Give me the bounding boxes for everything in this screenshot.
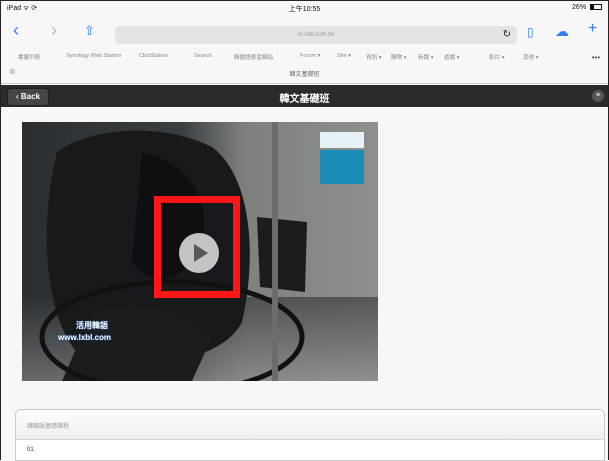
tab-title[interactable]: 韓文基礎班: [1, 69, 608, 78]
card-title: 韓國語基礎課程: [27, 424, 70, 430]
page-title: 韓文基礎班: [279, 94, 330, 105]
caption-line: 活用韓語: [76, 321, 108, 330]
bookmark-item[interactable]: Synology Web Station: [66, 53, 121, 59]
back-icon[interactable]: ‹: [13, 21, 19, 39]
menu-icon[interactable]: ≡: [592, 90, 604, 102]
browser-toolbar: ‹ › ⇧ m.lxbl.com.tw ↻ ▯ ☁ +: [1, 15, 608, 49]
bookmark-item[interactable]: 購物 ▾: [391, 53, 407, 61]
more-icon[interactable]: •••: [592, 53, 600, 62]
share-icon[interactable]: ⇧: [84, 22, 95, 40]
new-tab-icon[interactable]: +: [588, 20, 597, 38]
status-bar: iPad ᯤ ⟳ 上午10:55 26%: [1, 1, 608, 15]
bookmark-item[interactable]: 韓國語學習網站: [234, 53, 273, 61]
bookmark-item[interactable]: 其他 ▾: [523, 53, 539, 61]
bookmark-item[interactable]: 影片 ▾: [489, 53, 505, 61]
forward-icon[interactable]: ›: [51, 21, 57, 39]
app-header: ‹ Back 韓文基礎班 ≡: [1, 85, 608, 107]
tab-bar: ⊗ 韓文基礎班: [1, 63, 608, 84]
battery-icon: [590, 4, 602, 10]
caption-line: www.lxbl.com: [58, 333, 112, 342]
bookmark-item[interactable]: ClubStation: [139, 53, 168, 59]
cloud-icon[interactable]: ☁: [555, 22, 569, 40]
video-caption: 活用韓語 www.lxbl.com: [58, 320, 111, 344]
bookmark-item[interactable]: Forum ▾: [300, 53, 321, 59]
bookmark-item[interactable]: Site ▾: [337, 53, 351, 59]
bookmark-item[interactable]: 遊戲 ▾: [444, 53, 460, 61]
bookmark-item[interactable]: 資訊 ▾: [366, 53, 382, 61]
main-content: 活用韓語 www.lxbl.com 韓國語基礎課程 01: [1, 107, 608, 461]
highlight-box: [154, 196, 240, 298]
bookmark-item[interactable]: 書籤列表: [18, 53, 40, 61]
bookmark-item[interactable]: Search: [194, 53, 212, 59]
bookmarks-bar: 書籤列表 Synology Web Station ClubStation Se…: [1, 49, 608, 63]
list-item[interactable]: 01: [27, 447, 34, 453]
reload-icon[interactable]: ↻: [503, 26, 511, 44]
battery-indicator: 26%: [572, 4, 602, 11]
url-text: m.lxbl.com.tw: [297, 32, 335, 38]
battery-percent: 26%: [572, 4, 587, 11]
url-field[interactable]: m.lxbl.com.tw ↻: [115, 26, 517, 44]
bookmark-item[interactable]: 新聞 ▾: [418, 53, 434, 61]
channel-logo: [320, 132, 364, 186]
clock: 上午10:55: [288, 6, 321, 13]
course-card: 韓國語基礎課程 01: [15, 409, 605, 461]
book-icon[interactable]: ▯: [527, 23, 534, 41]
card-header[interactable]: [16, 410, 604, 440]
